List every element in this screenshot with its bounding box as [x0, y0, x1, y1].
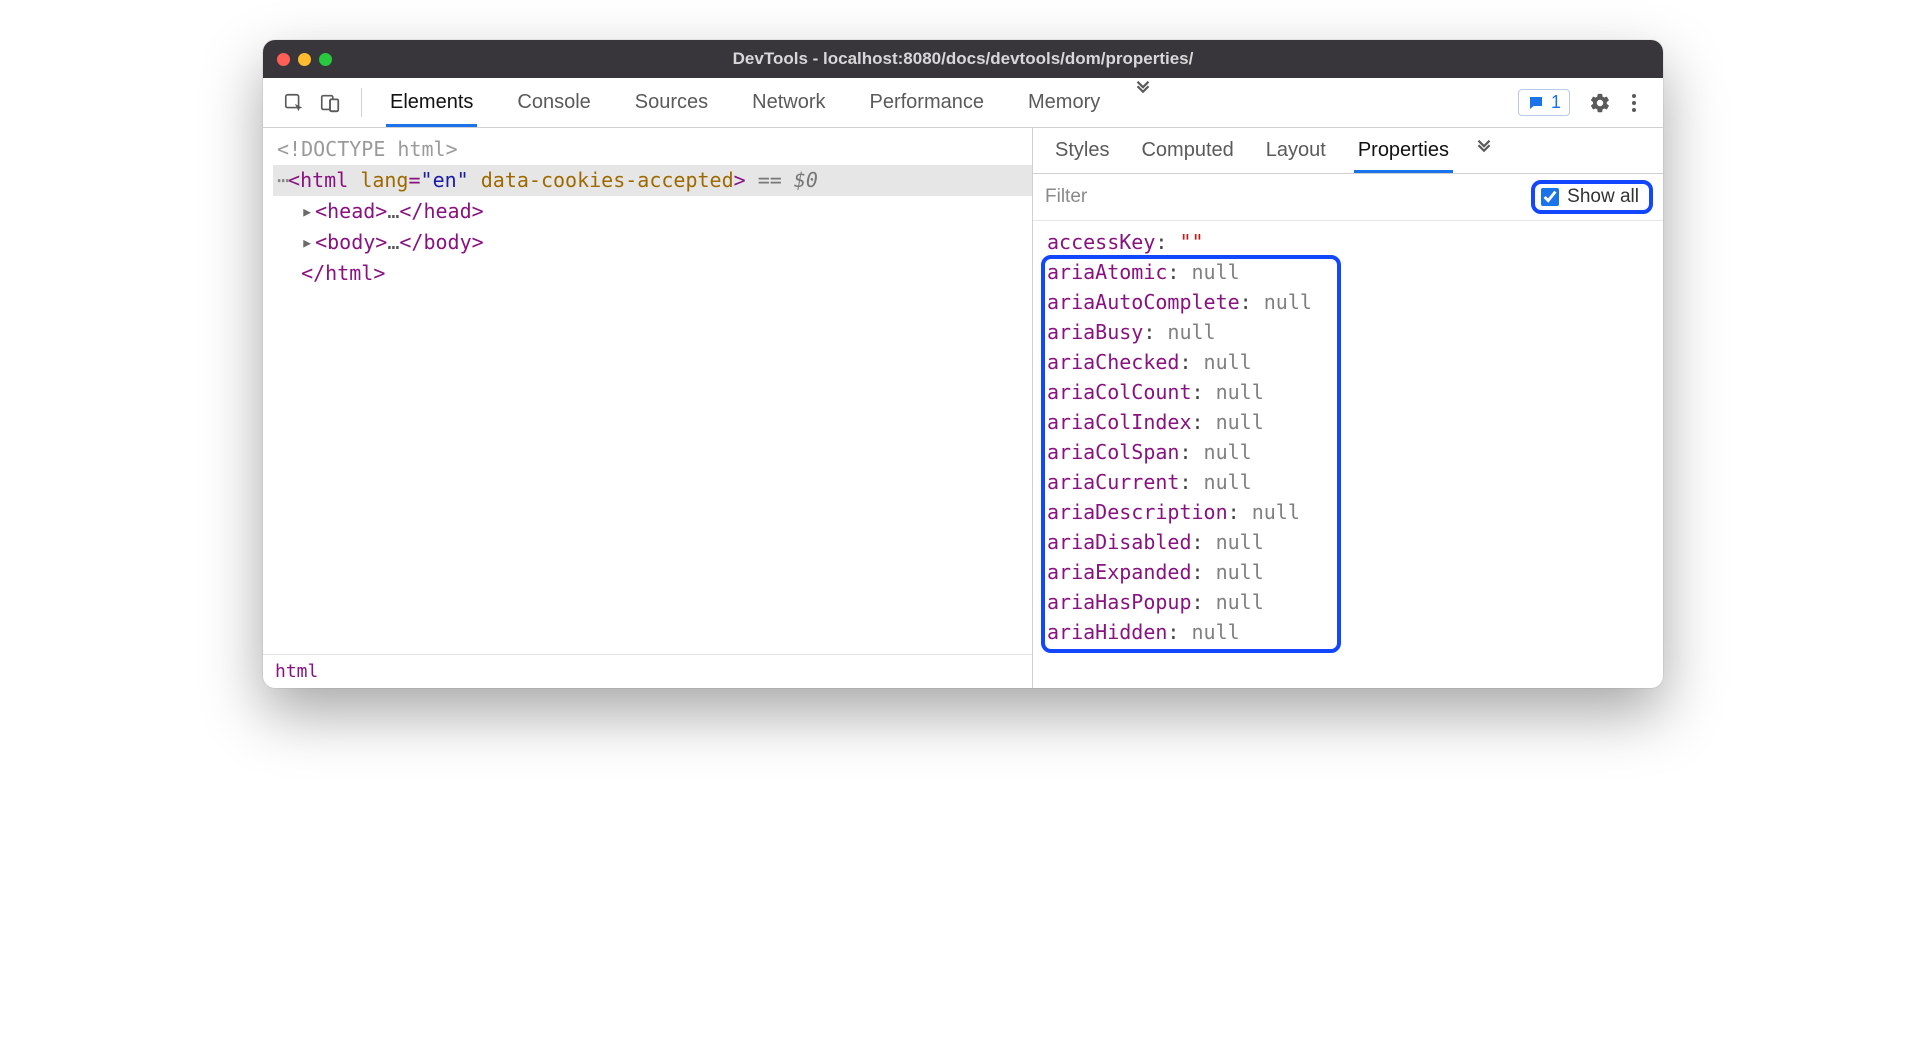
device-toolbar-icon[interactable] [313, 86, 347, 120]
property-row[interactable]: ariaDescription: null [1047, 497, 1653, 527]
property-row[interactable]: accessKey: "" [1047, 227, 1653, 257]
toolbar-left [269, 78, 355, 127]
side-tab-layout[interactable]: Layout [1250, 128, 1342, 173]
devtools-window: DevTools - localhost:8080/docs/devtools/… [263, 40, 1663, 688]
settings-icon[interactable] [1583, 86, 1617, 120]
property-row[interactable]: ariaColIndex: null [1047, 407, 1653, 437]
dom-doctype[interactable]: <!DOCTYPE html> [273, 134, 1032, 165]
main-tabs: ElementsConsoleSourcesNetworkPerformance… [368, 78, 1122, 127]
property-row[interactable]: ariaDisabled: null [1047, 527, 1653, 557]
properties-list[interactable]: accessKey: ""ariaAtomic: nullariaAutoCom… [1033, 221, 1663, 688]
window-title: DevTools - localhost:8080/docs/devtools/… [263, 49, 1663, 69]
main-toolbar: ElementsConsoleSourcesNetworkPerformance… [263, 78, 1663, 128]
window-controls [277, 53, 332, 66]
tab-console[interactable]: Console [495, 78, 612, 127]
zoom-window-button[interactable] [319, 53, 332, 66]
minimize-window-button[interactable] [298, 53, 311, 66]
tab-performance[interactable]: Performance [848, 78, 1007, 127]
dom-tree[interactable]: <!DOCTYPE html> ⋯<html lang="en" data-co… [263, 128, 1032, 654]
tab-network[interactable]: Network [730, 78, 847, 127]
property-row[interactable]: ariaColCount: null [1047, 377, 1653, 407]
filter-row: Show all [1033, 174, 1663, 221]
property-row[interactable]: ariaAtomic: null [1047, 257, 1653, 287]
side-tab-computed[interactable]: Computed [1125, 128, 1249, 173]
property-row[interactable]: ariaColSpan: null [1047, 437, 1653, 467]
side-tab-properties[interactable]: Properties [1342, 128, 1465, 173]
side-tab-styles[interactable]: Styles [1039, 128, 1125, 173]
inspect-element-icon[interactable] [277, 86, 311, 120]
titlebar: DevTools - localhost:8080/docs/devtools/… [263, 40, 1663, 78]
breadcrumb[interactable]: html [263, 654, 1032, 688]
dom-head[interactable]: ▸<head>…</head> [273, 196, 1032, 227]
property-row[interactable]: ariaBusy: null [1047, 317, 1653, 347]
dom-html-close[interactable]: </html> [273, 258, 1032, 289]
more-tabs-icon[interactable] [1122, 78, 1164, 127]
property-row[interactable]: ariaHidden: null [1047, 617, 1653, 647]
property-row[interactable]: ariaExpanded: null [1047, 557, 1653, 587]
show-all-label[interactable]: Show all [1567, 186, 1639, 208]
more-side-tabs-icon[interactable] [1465, 137, 1503, 164]
close-window-button[interactable] [277, 53, 290, 66]
property-row[interactable]: ariaAutoComplete: null [1047, 287, 1653, 317]
kebab-menu-icon[interactable] [1617, 86, 1651, 120]
toolbar-divider [361, 88, 362, 117]
dom-body[interactable]: ▸<body>…</body> [273, 227, 1032, 258]
side-tabs: StylesComputedLayoutProperties [1033, 128, 1663, 174]
elements-panel: <!DOCTYPE html> ⋯<html lang="en" data-co… [263, 128, 1033, 688]
tab-memory[interactable]: Memory [1006, 78, 1122, 127]
properties-filter-input[interactable] [1043, 182, 1523, 212]
issues-count: 1 [1551, 92, 1561, 113]
tab-sources[interactable]: Sources [613, 78, 730, 127]
property-row[interactable]: ariaChecked: null [1047, 347, 1653, 377]
toolbar-right: 1 [1518, 78, 1657, 127]
property-row[interactable]: ariaCurrent: null [1047, 467, 1653, 497]
issues-badge[interactable]: 1 [1518, 89, 1570, 116]
show-all-checkbox[interactable] [1541, 188, 1559, 206]
dom-html-open[interactable]: ⋯<html lang="en" data-cookies-accepted> … [273, 165, 1032, 196]
tab-elements[interactable]: Elements [368, 78, 495, 127]
property-row[interactable]: ariaHasPopup: null [1047, 587, 1653, 617]
body-split: <!DOCTYPE html> ⋯<html lang="en" data-co… [263, 128, 1663, 688]
show-all-highlight: Show all [1531, 180, 1653, 214]
side-panel: StylesComputedLayoutProperties Show all … [1033, 128, 1663, 688]
